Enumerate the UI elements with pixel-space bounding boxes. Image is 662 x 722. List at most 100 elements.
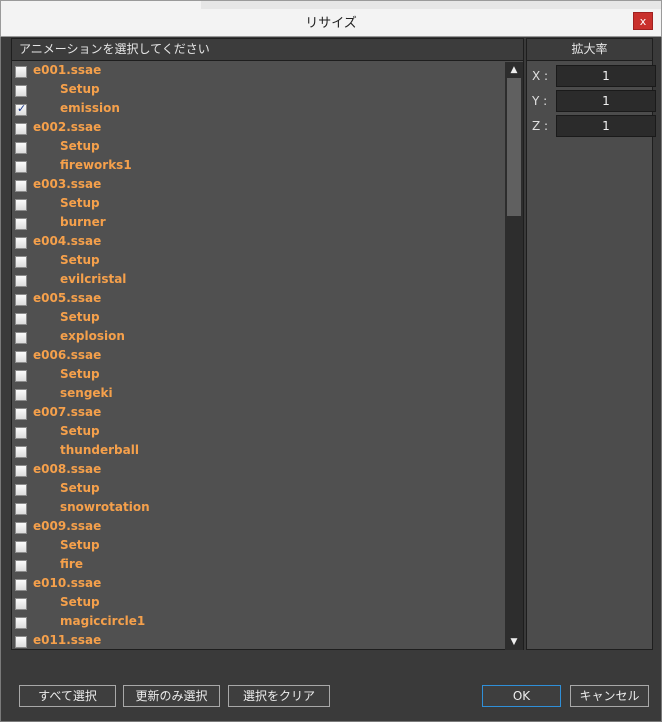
close-button[interactable]: x: [633, 12, 653, 30]
list-item[interactable]: e005.ssae: [12, 290, 504, 309]
list-item[interactable]: e010.ssae: [12, 575, 504, 594]
item-checkbox[interactable]: [15, 560, 27, 572]
animation-label: Setup: [60, 424, 100, 438]
list-item[interactable]: evilcristal: [12, 271, 504, 290]
item-checkbox[interactable]: [15, 256, 27, 268]
item-checkbox[interactable]: [15, 218, 27, 230]
item-checkbox[interactable]: [15, 102, 27, 116]
list-item[interactable]: e002.ssae: [12, 119, 504, 138]
item-checkbox[interactable]: [15, 617, 27, 629]
scale-z-input[interactable]: 1: [556, 115, 656, 137]
scale-x-label: X :: [532, 69, 549, 83]
dialog-title: リサイズ: [305, 16, 357, 31]
list-item[interactable]: Setup: [12, 423, 504, 442]
list-item[interactable]: e011.ssae: [12, 632, 504, 650]
list-item[interactable]: e007.ssae: [12, 404, 504, 423]
file-label: e007.ssae: [33, 405, 102, 419]
list-item[interactable]: Setup: [12, 537, 504, 556]
list-scrollbar[interactable]: ▲ ▼: [505, 62, 523, 650]
item-checkbox[interactable]: [15, 237, 27, 249]
item-checkbox[interactable]: [15, 484, 27, 496]
scale-y-label: Y :: [532, 94, 548, 108]
animation-label: Setup: [60, 310, 100, 324]
item-checkbox[interactable]: [15, 161, 27, 173]
item-checkbox[interactable]: [15, 370, 27, 382]
list-item[interactable]: e008.ssae: [12, 461, 504, 480]
list-item[interactable]: e003.ssae: [12, 176, 504, 195]
list-item[interactable]: Setup: [12, 252, 504, 271]
item-checkbox[interactable]: [15, 636, 27, 648]
item-checkbox[interactable]: [15, 313, 27, 325]
item-checkbox[interactable]: [15, 579, 27, 591]
item-checkbox[interactable]: [15, 541, 27, 553]
list-item[interactable]: e006.ssae: [12, 347, 504, 366]
scale-y-input[interactable]: 1: [556, 90, 656, 112]
list-item[interactable]: Setup: [12, 594, 504, 613]
item-checkbox[interactable]: [15, 142, 27, 154]
list-item[interactable]: sengeki: [12, 385, 504, 404]
list-item[interactable]: burner: [12, 214, 504, 233]
item-checkbox[interactable]: [15, 199, 27, 211]
list-item[interactable]: Setup: [12, 309, 504, 328]
file-label: e008.ssae: [33, 462, 102, 476]
item-checkbox[interactable]: [15, 427, 27, 439]
list-item[interactable]: e009.ssae: [12, 518, 504, 537]
item-checkbox[interactable]: [15, 85, 27, 97]
animation-label: Setup: [60, 367, 100, 381]
item-checkbox[interactable]: [15, 123, 27, 135]
list-item[interactable]: e001.ssae: [12, 62, 504, 81]
file-label: e001.ssae: [33, 63, 102, 77]
list-item[interactable]: explosion: [12, 328, 504, 347]
scale-x-input[interactable]: 1: [556, 65, 656, 87]
item-checkbox[interactable]: [15, 446, 27, 458]
scroll-thumb[interactable]: [507, 78, 521, 216]
animation-label: explosion: [60, 329, 125, 343]
item-checkbox[interactable]: [15, 408, 27, 420]
list-item[interactable]: Setup: [12, 81, 504, 100]
item-checkbox[interactable]: [15, 180, 27, 192]
file-label: e005.ssae: [33, 291, 102, 305]
clear-selection-button[interactable]: 選択をクリア: [228, 685, 330, 707]
list-item[interactable]: Setup: [12, 366, 504, 385]
animation-list-panel: アニメーションを選択してください e001.ssaeSetupemissione…: [11, 38, 524, 650]
select-all-button[interactable]: すべて選択: [19, 685, 116, 707]
scroll-up-icon[interactable]: ▲: [505, 62, 523, 78]
scale-z-label: Z :: [532, 119, 549, 133]
list-item[interactable]: Setup: [12, 195, 504, 214]
scroll-down-icon[interactable]: ▼: [505, 634, 523, 650]
item-checkbox[interactable]: [15, 522, 27, 534]
list-item[interactable]: magiccircle1: [12, 613, 504, 632]
animation-label: Setup: [60, 538, 100, 552]
list-item[interactable]: Setup: [12, 480, 504, 499]
select-updated-only-button[interactable]: 更新のみ選択: [123, 685, 220, 707]
item-checkbox[interactable]: [15, 351, 27, 363]
list-item[interactable]: snowrotation: [12, 499, 504, 518]
item-checkbox[interactable]: [15, 389, 27, 401]
animation-list: e001.ssae Setup emission e002.ssae Setup fire…: [12, 62, 504, 650]
list-item[interactable]: fireworks1: [12, 157, 504, 176]
item-checkbox[interactable]: [15, 294, 27, 306]
animation-label: snowrotation: [60, 500, 150, 514]
scale-z-row: Z : 1: [532, 115, 656, 137]
item-checkbox[interactable]: [15, 332, 27, 344]
item-checkbox[interactable]: [15, 465, 27, 477]
list-item[interactable]: fire: [12, 556, 504, 575]
list-item[interactable]: Setup: [12, 138, 504, 157]
scale-panel: 拡大率 X : 1 Y : 1 Z : 1: [526, 38, 656, 650]
animation-label: magiccircle1: [60, 614, 146, 628]
list-item[interactable]: e004.ssae: [12, 233, 504, 252]
ok-button[interactable]: OK: [482, 685, 561, 707]
item-checkbox[interactable]: [15, 503, 27, 515]
file-label: e002.ssae: [33, 120, 102, 134]
animation-label: Setup: [60, 481, 100, 495]
animation-label: Setup: [60, 139, 100, 153]
file-label: e006.ssae: [33, 348, 102, 362]
cancel-button[interactable]: キャンセル: [570, 685, 649, 707]
item-checkbox[interactable]: [15, 66, 27, 78]
file-label: e003.ssae: [33, 177, 102, 191]
item-checkbox[interactable]: [15, 275, 27, 287]
scale-panel-header: 拡大率: [527, 39, 652, 61]
list-item[interactable]: emission: [12, 100, 504, 119]
item-checkbox[interactable]: [15, 598, 27, 610]
list-item[interactable]: thunderball: [12, 442, 504, 461]
